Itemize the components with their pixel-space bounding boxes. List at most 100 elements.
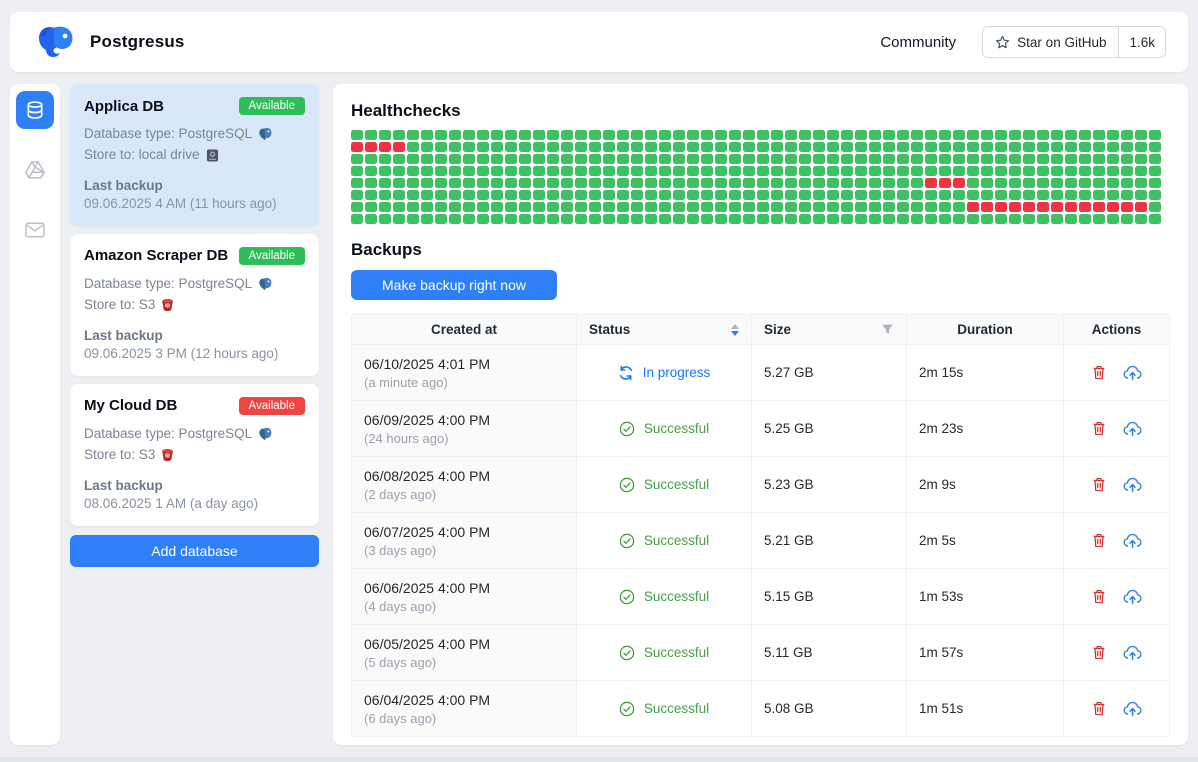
horizontal-scrollbar[interactable] — [0, 757, 1198, 762]
healthcheck-cell — [911, 154, 923, 164]
healthcheck-cell — [729, 166, 741, 176]
healthcheck-cell — [869, 154, 881, 164]
healthcheck-cell — [1135, 190, 1147, 200]
mail-icon — [24, 221, 46, 239]
healthcheck-cell — [911, 178, 923, 188]
delete-backup-button[interactable] — [1091, 476, 1107, 493]
healthcheck-cell — [785, 202, 797, 212]
healthcheck-cell — [883, 178, 895, 188]
healthcheck-cell — [533, 178, 545, 188]
app-title: Postgresus — [90, 32, 185, 52]
healthcheck-cell — [953, 130, 965, 140]
healthcheck-cell — [477, 154, 489, 164]
sort-icon[interactable] — [731, 324, 739, 336]
sidebar-item-storage[interactable] — [16, 151, 54, 189]
column-header-status[interactable]: Status — [577, 315, 752, 344]
sidebar-item-notifications[interactable] — [16, 211, 54, 249]
sidebar-item-databases[interactable] — [16, 91, 54, 129]
healthcheck-cell — [617, 190, 629, 200]
column-header-created-at[interactable]: Created at — [352, 315, 577, 344]
star-button-label: Star on GitHub — [1017, 35, 1106, 50]
delete-backup-button[interactable] — [1091, 364, 1107, 381]
restore-upload-backup-button[interactable] — [1123, 365, 1142, 381]
column-header-size[interactable]: Size — [752, 315, 907, 344]
restore-upload-backup-button[interactable] — [1123, 589, 1142, 605]
healthcheck-cell — [841, 214, 853, 224]
healthcheck-cell — [687, 190, 699, 200]
healthcheck-cell — [491, 178, 503, 188]
healthcheck-cell — [561, 214, 573, 224]
healthcheck-cell — [1009, 130, 1021, 140]
restore-upload-backup-button[interactable] — [1123, 533, 1142, 549]
created-at-cell: 06/09/2025 4:00 PM(24 hours ago) — [352, 401, 577, 456]
database-card-applica[interactable]: Applica DB Available Database type: Post… — [70, 84, 319, 226]
github-star-button[interactable]: Star on GitHub 1.6k — [982, 26, 1166, 58]
healthcheck-cell — [1107, 178, 1119, 188]
community-link[interactable]: Community — [880, 34, 956, 51]
healthcheck-cell — [827, 214, 839, 224]
healthcheck-cell — [855, 178, 867, 188]
healthcheck-cell — [575, 202, 587, 212]
healthcheck-cell — [1135, 142, 1147, 152]
delete-backup-button[interactable] — [1091, 420, 1107, 437]
healthcheck-cell — [1051, 130, 1063, 140]
healthcheck-cell — [715, 214, 727, 224]
healthcheck-cell — [897, 178, 909, 188]
healthcheck-cell — [1079, 190, 1091, 200]
database-card-amazon-scraper[interactable]: Amazon Scraper DB Available Database typ… — [70, 234, 319, 376]
healthcheck-cell — [785, 130, 797, 140]
healthcheck-cell — [1065, 154, 1077, 164]
healthcheck-cell — [827, 166, 839, 176]
healthcheck-cell — [1079, 142, 1091, 152]
database-name: Amazon Scraper DB — [84, 247, 228, 264]
last-backup-value: 09.06.2025 4 AM (11 hours ago) — [84, 196, 305, 211]
created-at-cell: 06/06/2025 4:00 PM(4 days ago) — [352, 569, 577, 624]
healthcheck-cell — [939, 190, 951, 200]
healthcheck-cell — [519, 154, 531, 164]
delete-backup-button[interactable] — [1091, 588, 1107, 605]
duration-cell: 1m 51s — [907, 681, 1064, 736]
healthcheck-cell — [967, 202, 979, 212]
restore-upload-backup-button[interactable] — [1123, 645, 1142, 661]
healthcheck-cell — [771, 142, 783, 152]
filter-icon[interactable] — [881, 323, 894, 336]
database-card-my-cloud[interactable]: My Cloud DB Available Database type: Pos… — [70, 384, 319, 526]
healthcheck-cell — [477, 202, 489, 212]
healthcheck-cell — [1065, 214, 1077, 224]
healthcheck-cell — [407, 154, 419, 164]
healthcheck-cell — [925, 142, 937, 152]
healthcheck-cell — [771, 178, 783, 188]
healthcheck-cell — [365, 166, 377, 176]
healthcheck-cell — [813, 202, 825, 212]
healthcheck-cell — [799, 130, 811, 140]
healthcheck-cell — [925, 166, 937, 176]
delete-backup-button[interactable] — [1091, 644, 1107, 661]
restore-upload-backup-button[interactable] — [1123, 421, 1142, 437]
healthcheck-cell — [1149, 214, 1161, 224]
healthcheck-cell — [1107, 202, 1119, 212]
actions-cell — [1064, 513, 1169, 568]
healthcheck-cell — [533, 166, 545, 176]
delete-backup-button[interactable] — [1091, 532, 1107, 549]
restore-upload-backup-button[interactable] — [1123, 477, 1142, 493]
delete-backup-button[interactable] — [1091, 700, 1107, 717]
healthcheck-cell — [939, 130, 951, 140]
healthcheck-cell — [939, 202, 951, 212]
healthcheck-cell — [575, 166, 587, 176]
restore-upload-backup-button[interactable] — [1123, 701, 1142, 717]
healthcheck-cell — [435, 142, 447, 152]
healthcheck-cell — [799, 202, 811, 212]
healthcheck-cell — [953, 142, 965, 152]
healthcheck-cell — [1121, 202, 1133, 212]
healthcheck-cell — [449, 166, 461, 176]
healthcheck-cell — [491, 142, 503, 152]
healthcheck-cell — [379, 178, 391, 188]
make-backup-button[interactable]: Make backup right now — [351, 270, 557, 300]
healthcheck-cell — [757, 214, 769, 224]
status-cell: Successful — [577, 681, 752, 736]
healthcheck-cell — [505, 154, 517, 164]
healthcheck-cell — [673, 142, 685, 152]
healthcheck-cell — [911, 202, 923, 212]
database-name: Applica DB — [84, 98, 164, 115]
add-database-button[interactable]: Add database — [70, 535, 319, 567]
